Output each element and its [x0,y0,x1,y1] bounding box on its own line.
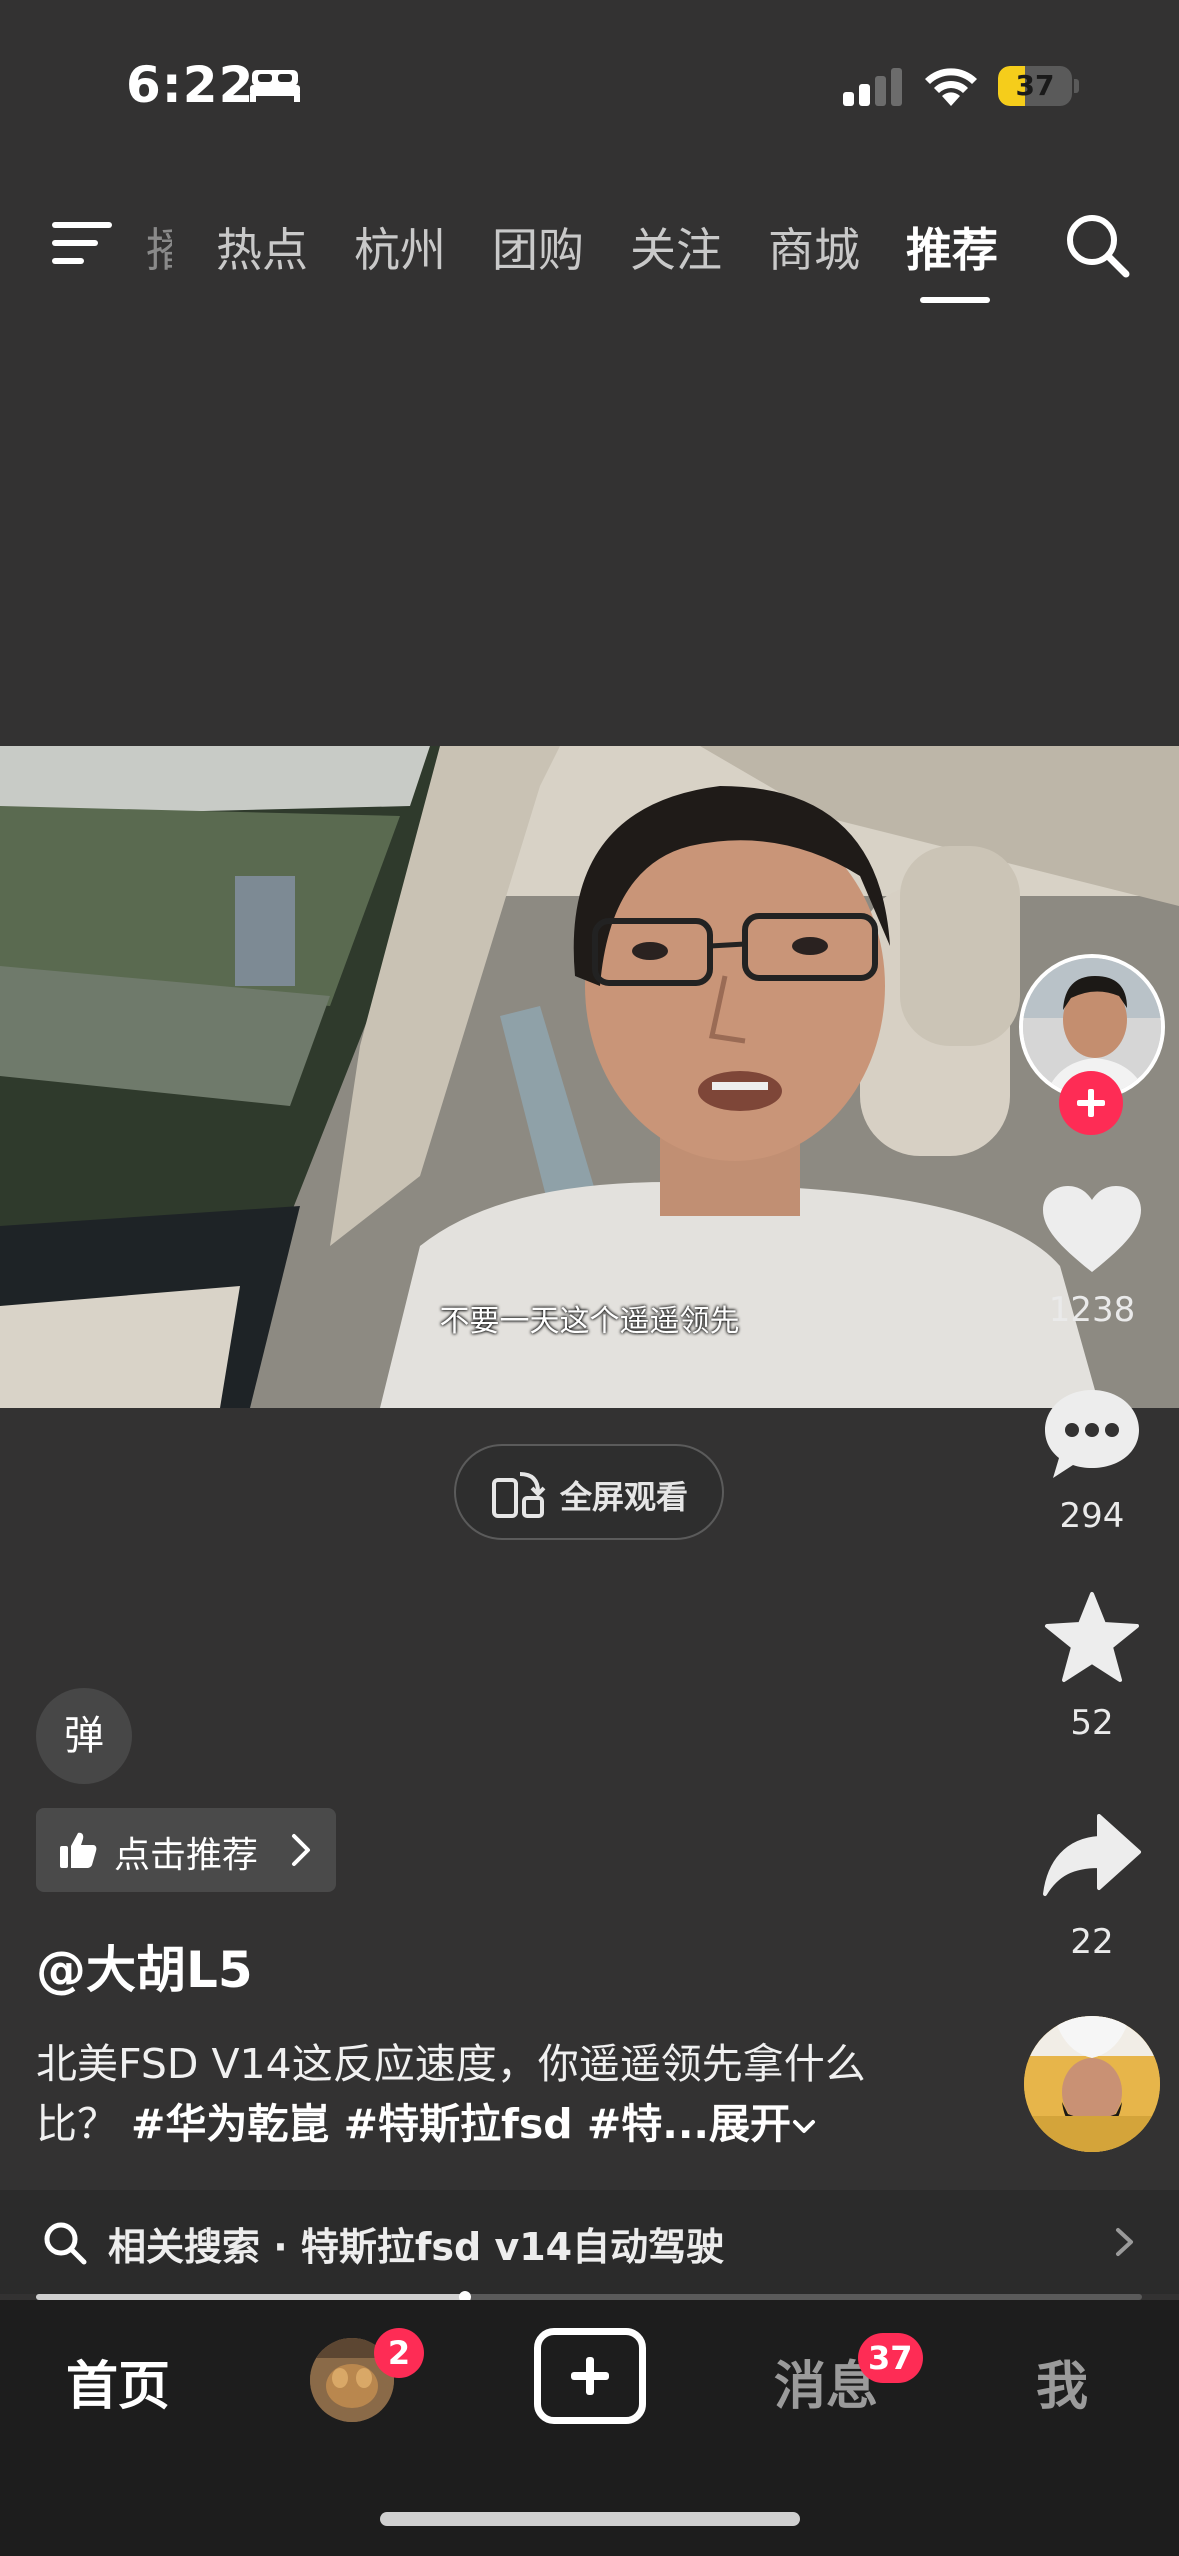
menu-icon[interactable] [52,220,114,266]
cellular-signal-icon [843,68,902,106]
share-icon[interactable] [1039,1808,1145,1904]
fullscreen-label: 全屏观看 [560,1478,689,1516]
fullscreen-button[interactable]: 全屏观看 [454,1444,724,1540]
rotate-screen-icon [492,1472,546,1518]
tab-recommend[interactable]: 推荐 [906,214,998,280]
video-description[interactable]: 北美FSD V14这反应速度，你遥遥领先拿什么比？ #华为乾崑 #特斯拉fsd … [36,2034,916,2154]
chevron-right-icon [292,1834,310,1866]
battery-percent: 37 [1015,69,1055,102]
comment-icon[interactable] [1039,1386,1145,1482]
nav-home[interactable]: 首页 [66,2344,170,2419]
tab-group-buy[interactable]: 团购 [492,214,584,280]
related-search-label: 相关搜索 · 特斯拉fsd v14自动驾驶 [108,2225,725,2269]
search-icon [44,2222,87,2265]
home-indicator[interactable] [380,2512,800,2526]
expand-button[interactable]: 展开 [709,2100,791,2148]
tab-hangzhou[interactable]: 杭州 [354,214,446,280]
tab-hot[interactable]: 热点 [216,214,308,280]
video-subtitle: 不要一天这个遥遥领先 [439,1304,740,1339]
active-tab-indicator [920,297,990,303]
nav-me[interactable]: 我 [1036,2344,1088,2419]
recommend-button[interactable]: 点击推荐 [36,1808,336,1892]
create-button[interactable] [534,2328,646,2424]
description-tags[interactable]: #华为乾崑 #特斯拉fsd #特... [131,2100,709,2148]
music-disc[interactable] [1024,2016,1160,2152]
thumbs-up-icon [60,1832,97,1868]
messages-badge: 37 [858,2333,923,2383]
tab-partial[interactable]: 播 [146,214,172,280]
favorite-count: 52 [1070,1703,1114,1743]
follow-button[interactable] [1059,1071,1123,1135]
related-search-bar[interactable]: 相关搜索 · 特斯拉fsd v14自动驾驶 [0,2190,1179,2294]
friend-badge: 2 [374,2328,424,2378]
search-icon[interactable] [1062,210,1132,280]
tab-mall[interactable]: 商城 [768,214,860,280]
status-time: 6:22 [126,56,255,114]
chevron-right-icon [1116,2228,1133,2256]
heart-icon[interactable] [1039,1182,1145,1278]
author-name[interactable]: @大胡L5 [36,1930,253,2002]
chevron-down-icon [792,2120,815,2133]
share-count: 22 [1070,1922,1114,1962]
comment-count: 294 [1059,1496,1125,1536]
battery-icon: 37 [998,66,1079,106]
danmu-toggle-button[interactable]: 弹 [36,1688,132,1784]
music-disc-image [1024,2016,1160,2152]
recommend-label: 点击推荐 [114,1835,259,1876]
like-count: 1238 [1048,1290,1136,1330]
wifi-icon [925,68,977,106]
star-icon[interactable] [1039,1590,1145,1686]
tab-following[interactable]: 关注 [630,214,722,280]
bed-icon [250,70,300,102]
